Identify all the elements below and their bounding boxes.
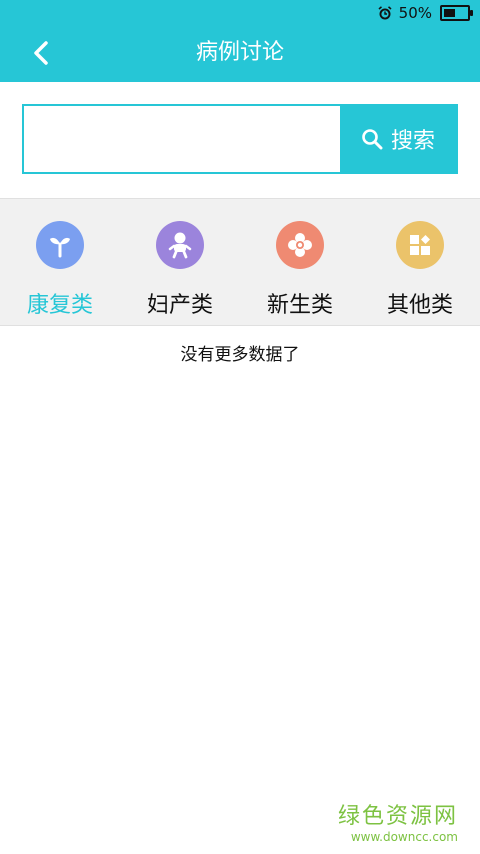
watermark-url: www.downcc.com: [350, 830, 458, 844]
category-rehab-label: 康复类: [26, 293, 93, 318]
battery-icon: [440, 5, 473, 21]
category-obstetrics-badge: [156, 221, 204, 269]
watermark-title: 绿色资源网: [337, 804, 458, 829]
watermark: 绿色资源网 www.downcc.com: [338, 798, 458, 844]
page-title: 病例讨论: [195, 40, 284, 65]
app-header: 50% 病例讨论: [0, 0, 480, 82]
category-obstetrics-label: 妇产类: [146, 293, 213, 318]
search-button-label: 搜索: [390, 129, 435, 154]
sprout-icon: [50, 237, 70, 258]
category-newborn-label: 新生类: [266, 293, 333, 318]
search-bar: 搜索: [22, 104, 458, 174]
grid-icon: [410, 235, 430, 255]
search-icon: [362, 129, 383, 150]
category-bar: 康复类 妇产类 新生类 其他类: [0, 198, 480, 326]
category-newborn[interactable]: 新生类: [240, 199, 360, 325]
category-newborn-badge: [276, 221, 324, 269]
category-other[interactable]: 其他类: [360, 199, 480, 325]
category-obstetrics[interactable]: 妇产类: [120, 199, 240, 325]
battery-text: 50%: [398, 4, 432, 22]
baby-icon: [168, 232, 192, 259]
empty-list-message: 没有更多数据了: [180, 345, 300, 365]
alarm-icon: [378, 6, 392, 20]
status-bar: 50%: [377, 0, 480, 26]
search-button[interactable]: 搜索: [340, 106, 456, 172]
category-rehab-badge: [36, 221, 84, 269]
category-other-label: 其他类: [386, 293, 453, 318]
category-rehab[interactable]: 康复类: [0, 199, 120, 325]
flower-icon: [288, 233, 312, 257]
category-other-badge: [396, 221, 444, 269]
search-input[interactable]: [24, 106, 340, 172]
